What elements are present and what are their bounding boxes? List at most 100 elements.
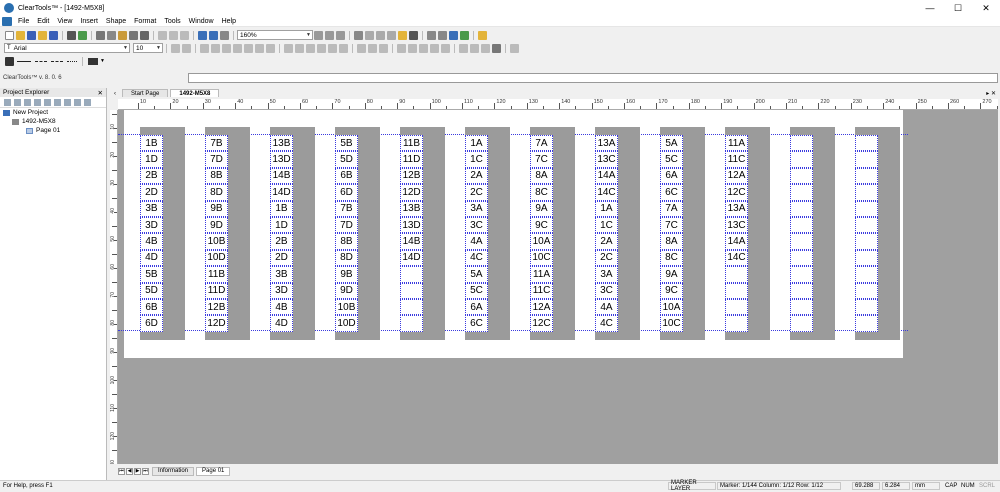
menu-insert[interactable]: Insert	[76, 18, 102, 25]
marker-label[interactable]: 14C	[725, 249, 748, 267]
align-right-icon[interactable]	[222, 43, 231, 53]
marker-label[interactable]: 9D	[335, 282, 358, 299]
marker-label[interactable]: 8A	[530, 167, 553, 185]
fill-swatch-icon[interactable]	[88, 57, 98, 65]
marker-label[interactable]: 7D	[335, 217, 358, 234]
marker-label[interactable]: 2D	[140, 184, 163, 201]
marker-label[interactable]: 3A	[465, 200, 488, 217]
marker-label[interactable]	[855, 217, 878, 234]
marker-label[interactable]: 5B	[140, 266, 163, 283]
marker-label[interactable]: 9A	[660, 266, 683, 283]
shadow-icon[interactable]	[492, 43, 501, 53]
marker-label[interactable]: 4A	[595, 299, 618, 316]
marker-label[interactable]: 3B	[140, 200, 163, 217]
marker-label[interactable]: 10C	[530, 249, 553, 267]
marker-label[interactable]: 9C	[660, 282, 683, 299]
marker-label[interactable]: 3C	[595, 282, 618, 299]
marker-label[interactable]: 13B	[400, 200, 423, 217]
last-page-icon[interactable]: ⏭	[142, 467, 149, 475]
marker-label[interactable]	[725, 282, 748, 299]
add-page-icon[interactable]	[13, 98, 21, 106]
bold-icon[interactable]	[284, 43, 293, 53]
cut-icon[interactable]	[96, 30, 105, 40]
underline-icon[interactable]	[306, 43, 315, 53]
marker-label[interactable]	[790, 151, 813, 168]
marker-label[interactable]: 14C	[595, 184, 618, 201]
marker-label[interactable]: 12A	[530, 299, 553, 316]
menu-tools[interactable]: Tools	[160, 18, 184, 25]
marker-label[interactable]: 13C	[595, 151, 618, 168]
marker-label[interactable]: 13A	[725, 200, 748, 217]
marker-label[interactable]	[400, 299, 423, 316]
line-style-dashdot-icon[interactable]	[51, 60, 63, 62]
undo-icon[interactable]	[198, 30, 207, 40]
marker-label[interactable]: 8C	[660, 249, 683, 267]
superscript-icon[interactable]	[328, 43, 337, 53]
marker-label[interactable]: 13B	[270, 135, 293, 152]
open-icon[interactable]	[16, 30, 25, 40]
marker-label[interactable]	[790, 217, 813, 234]
marker-label[interactable]: 11A	[530, 266, 553, 283]
redo-icon[interactable]	[209, 30, 218, 40]
marker-label[interactable]	[855, 233, 878, 250]
marker-label[interactable]: 1A	[595, 200, 618, 217]
marker-label[interactable]: 6A	[660, 167, 683, 185]
move-up-icon[interactable]	[33, 98, 41, 106]
marker-label[interactable]	[855, 315, 878, 332]
marker-label[interactable]: 12D	[205, 315, 228, 332]
save-all-icon[interactable]	[49, 30, 58, 40]
marker-label[interactable]	[790, 299, 813, 316]
close-button[interactable]: ✕	[972, 0, 1000, 16]
copy-icon[interactable]	[107, 30, 116, 40]
zoom-out-icon[interactable]	[325, 30, 334, 40]
marker-label[interactable]: 10B	[335, 299, 358, 316]
font-size-select[interactable]: 10 ▼	[133, 43, 163, 53]
marker-label[interactable]: 2A	[595, 233, 618, 250]
marker-label[interactable]: 14A	[595, 167, 618, 185]
marker-label[interactable]: 6A	[465, 299, 488, 316]
marker-label[interactable]: 2B	[140, 167, 163, 185]
redo-icon[interactable]	[63, 98, 71, 106]
open-folder-icon[interactable]	[38, 30, 47, 40]
marker-label[interactable]: 10C	[660, 315, 683, 332]
line-style-solid-icon[interactable]	[17, 60, 31, 62]
marker-label[interactable]	[790, 315, 813, 332]
marker-label[interactable]: 12B	[205, 299, 228, 316]
valign-bottom-icon[interactable]	[266, 43, 275, 53]
new-icon[interactable]	[5, 30, 14, 40]
marker-label[interactable]: 4D	[270, 315, 293, 332]
refresh-icon[interactable]	[460, 30, 469, 40]
marker-label[interactable]	[855, 299, 878, 316]
tab-page-01[interactable]: Page 01	[196, 466, 231, 476]
marker-label[interactable]: 10D	[205, 249, 228, 267]
marker-label[interactable]: 13A	[595, 135, 618, 152]
fill-color-icon[interactable]	[368, 43, 377, 53]
menu-view[interactable]: View	[53, 18, 76, 25]
align-left-icon[interactable]	[200, 43, 209, 53]
marker-label[interactable]: 10D	[335, 315, 358, 332]
tab-start-page[interactable]: Start Page	[122, 89, 169, 97]
marker-label[interactable]	[855, 282, 878, 299]
delete-icon[interactable]	[129, 30, 138, 40]
marker-label[interactable]	[725, 299, 748, 316]
grow-font-icon[interactable]	[171, 43, 180, 53]
back-icon[interactable]	[430, 43, 439, 53]
menu-shape[interactable]: Shape	[102, 18, 130, 25]
distribute-icon[interactable]	[441, 43, 450, 53]
marker-label[interactable]: 11A	[725, 135, 748, 152]
marker-label[interactable]: 6C	[660, 184, 683, 201]
marker-label[interactable]: 6B	[140, 299, 163, 316]
zoom-select[interactable]: 160% ▼	[237, 30, 313, 40]
collapse-icon[interactable]	[83, 98, 91, 106]
marker-label[interactable]: 4B	[140, 233, 163, 250]
page-setup-icon[interactable]	[354, 30, 363, 40]
properties-icon[interactable]	[510, 43, 519, 53]
marker-label[interactable]: 2D	[270, 249, 293, 267]
line-style-dash-icon[interactable]	[35, 60, 47, 62]
line-weight-icon[interactable]	[67, 60, 77, 62]
marker-label[interactable]: 6B	[335, 167, 358, 185]
marker-label[interactable]	[725, 315, 748, 332]
marker-label[interactable]	[855, 184, 878, 201]
marker-label[interactable]: 10A	[660, 299, 683, 316]
marker-label[interactable]	[790, 135, 813, 152]
